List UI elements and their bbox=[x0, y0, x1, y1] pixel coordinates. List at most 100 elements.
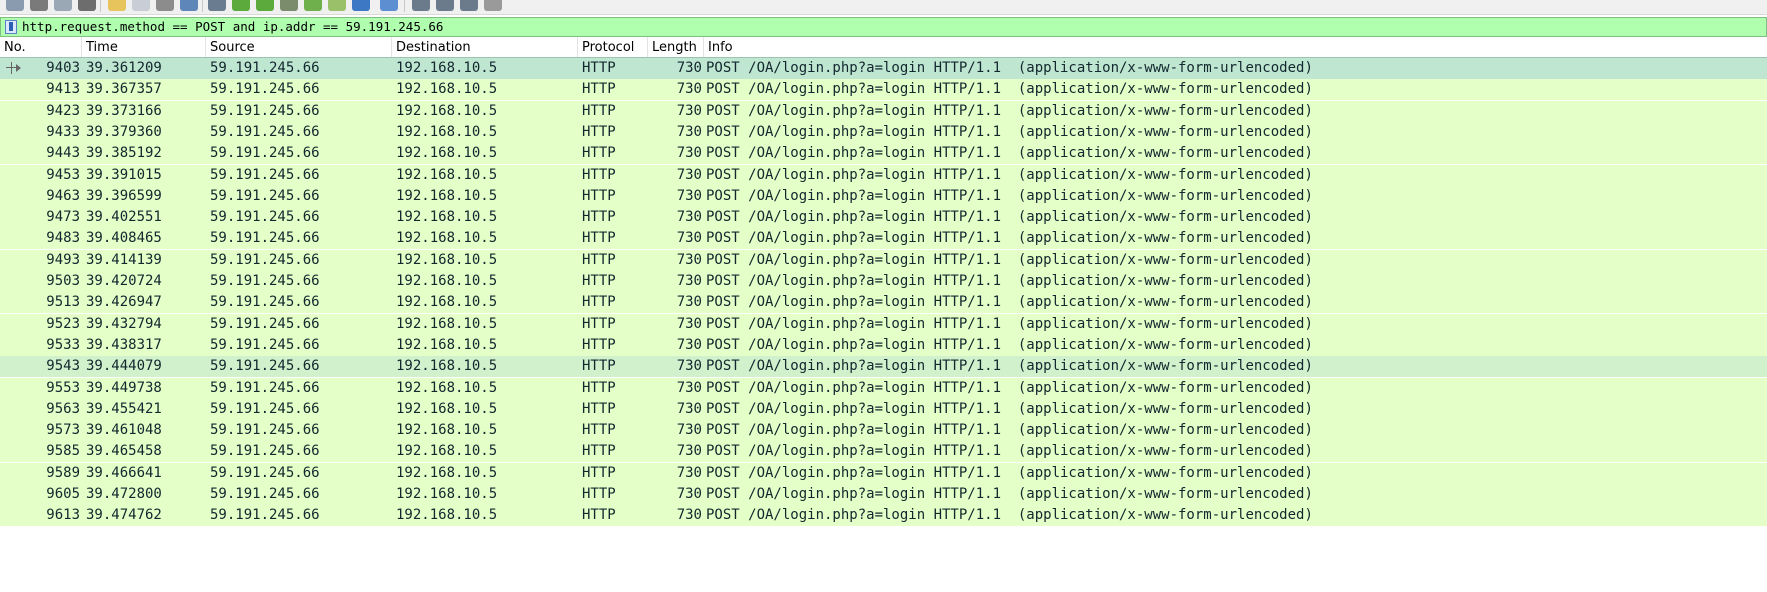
zoom-out-icon[interactable] bbox=[436, 0, 454, 11]
packet-time: 39.367357 bbox=[86, 81, 162, 98]
packet-number: 9483 bbox=[46, 230, 80, 247]
packet-info: POST /OA/login.php?a=login HTTP/1.1 (app… bbox=[706, 379, 1313, 396]
reload-icon[interactable] bbox=[180, 0, 198, 11]
packet-time: 39.385192 bbox=[86, 145, 162, 162]
packet-row[interactable]: 9483 39.408465 59.191.245.66 192.168.10.5 HT… bbox=[0, 228, 1767, 250]
packet-destination: 192.168.10.5 bbox=[396, 507, 498, 524]
packet-row[interactable]: 9453 39.391015 59.191.245.66 192.168.10.5 HT… bbox=[0, 164, 1767, 186]
packet-protocol: HTTP bbox=[582, 209, 616, 226]
options-icon[interactable] bbox=[78, 0, 96, 11]
packet-length: 730 bbox=[676, 166, 702, 183]
packet-info: POST /OA/login.php?a=login HTTP/1.1 (app… bbox=[706, 400, 1313, 417]
packet-source: 59.191.245.66 bbox=[210, 443, 320, 460]
packet-destination: 192.168.10.5 bbox=[396, 230, 498, 247]
packet-row[interactable]: 9493 39.414139 59.191.245.66 192.168.10.5 HT… bbox=[0, 249, 1767, 271]
resize-columns-icon[interactable] bbox=[484, 0, 502, 11]
column-header-time[interactable]: Time bbox=[82, 37, 206, 58]
packet-row[interactable]: 9553 39.449738 59.191.245.66 192.168.10.5 HT… bbox=[0, 377, 1767, 399]
packet-source: 59.191.245.66 bbox=[210, 400, 320, 417]
packet-number: 9585 bbox=[46, 443, 80, 460]
packet-number: 9453 bbox=[46, 166, 80, 183]
auto-scroll-icon[interactable] bbox=[352, 0, 370, 11]
save-file-icon[interactable] bbox=[132, 0, 150, 11]
packet-row[interactable]: 9403 39.361209 59.191.245.66 192.168.10.5 HT… bbox=[0, 57, 1767, 80]
packet-source: 59.191.245.66 bbox=[210, 294, 320, 311]
colorize-icon[interactable] bbox=[380, 0, 398, 11]
packet-destination: 192.168.10.5 bbox=[396, 464, 498, 481]
packet-time: 39.396599 bbox=[86, 187, 162, 204]
packet-row[interactable]: 9613 39.474762 59.191.245.66 192.168.10.5 HT… bbox=[0, 505, 1767, 527]
packet-row[interactable]: 9433 39.379360 59.191.245.66 192.168.10.5 HT… bbox=[0, 121, 1767, 143]
packet-row[interactable]: 9585 39.465458 59.191.245.66 192.168.10.5 HT… bbox=[0, 441, 1767, 463]
packet-destination: 192.168.10.5 bbox=[396, 209, 498, 226]
go-back-icon[interactable] bbox=[232, 0, 250, 11]
packet-row[interactable]: 9443 39.385192 59.191.245.66 192.168.10.5 HT… bbox=[0, 143, 1767, 165]
column-header-destination[interactable]: Destination bbox=[392, 37, 578, 58]
packet-row[interactable]: 9589 39.466641 59.191.245.66 192.168.10.5 HT… bbox=[0, 462, 1767, 484]
first-packet-icon[interactable] bbox=[304, 0, 322, 11]
packet-row[interactable]: 9563 39.455421 59.191.245.66 192.168.10.5 HT… bbox=[0, 398, 1767, 420]
packet-row[interactable]: 9513 39.426947 59.191.245.66 192.168.10.5 HT… bbox=[0, 292, 1767, 314]
go-to-packet-icon[interactable] bbox=[280, 0, 298, 11]
packet-protocol: HTTP bbox=[582, 464, 616, 481]
zoom-in-icon[interactable] bbox=[412, 0, 430, 11]
packet-protocol: HTTP bbox=[582, 507, 616, 524]
packet-row[interactable]: 9543 39.444079 59.191.245.66 192.168.10.5 HT… bbox=[0, 356, 1767, 378]
column-header-protocol[interactable]: Protocol bbox=[578, 37, 648, 58]
stop-icon[interactable] bbox=[30, 0, 48, 11]
shark-fin-icon[interactable] bbox=[6, 0, 24, 11]
bookmark-icon[interactable] bbox=[5, 20, 17, 34]
packet-row[interactable]: 9463 39.396599 59.191.245.66 192.168.10.5 HT… bbox=[0, 185, 1767, 207]
packet-destination: 192.168.10.5 bbox=[396, 315, 498, 332]
open-file-icon[interactable] bbox=[108, 0, 126, 11]
packet-row[interactable]: 9605 39.472800 59.191.245.66 192.168.10.5 HT… bbox=[0, 484, 1767, 505]
packet-time: 39.449738 bbox=[86, 379, 162, 396]
packet-source: 59.191.245.66 bbox=[210, 81, 320, 98]
packet-protocol: HTTP bbox=[582, 379, 616, 396]
column-header-length[interactable]: Length bbox=[648, 37, 704, 58]
packet-time: 39.461048 bbox=[86, 422, 162, 439]
column-header-source[interactable]: Source bbox=[206, 37, 392, 58]
column-header-info[interactable]: Info bbox=[704, 37, 1767, 58]
packet-protocol: HTTP bbox=[582, 230, 616, 247]
find-packet-icon[interactable] bbox=[208, 0, 226, 11]
column-header-no[interactable]: No. bbox=[0, 37, 82, 58]
packet-row[interactable]: 9413 39.367357 59.191.245.66 192.168.10.5 HT… bbox=[0, 79, 1767, 101]
packet-info: POST /OA/login.php?a=login HTTP/1.1 (app… bbox=[706, 358, 1313, 375]
packet-length: 730 bbox=[676, 464, 702, 481]
packet-length: 730 bbox=[676, 230, 702, 247]
packet-protocol: HTTP bbox=[582, 443, 616, 460]
packet-length: 730 bbox=[676, 422, 702, 439]
close-file-icon[interactable] bbox=[156, 0, 174, 11]
packet-destination: 192.168.10.5 bbox=[396, 336, 498, 353]
packet-row[interactable]: 9573 39.461048 59.191.245.66 192.168.10.5 HT… bbox=[0, 420, 1767, 442]
packet-source: 59.191.245.66 bbox=[210, 358, 320, 375]
display-filter-bar[interactable]: http.request.method == POST and ip.addr … bbox=[0, 17, 1767, 37]
packet-time: 39.455421 bbox=[86, 400, 162, 417]
packet-row[interactable]: 9503 39.420724 59.191.245.66 192.168.10.5 HT… bbox=[0, 271, 1767, 292]
packet-number: 9533 bbox=[46, 336, 80, 353]
display-filter-input[interactable]: http.request.method == POST and ip.addr … bbox=[22, 19, 443, 35]
packet-destination: 192.168.10.5 bbox=[396, 294, 498, 311]
toolbar-separator bbox=[202, 0, 203, 12]
restart-icon[interactable] bbox=[54, 0, 72, 11]
normal-size-icon[interactable] bbox=[460, 0, 478, 11]
packet-info: POST /OA/login.php?a=login HTTP/1.1 (app… bbox=[706, 294, 1313, 311]
packet-length: 730 bbox=[676, 294, 702, 311]
packet-length: 730 bbox=[676, 400, 702, 417]
packet-number: 9463 bbox=[46, 187, 80, 204]
packet-info: POST /OA/login.php?a=login HTTP/1.1 (app… bbox=[706, 123, 1313, 140]
packet-protocol: HTTP bbox=[582, 400, 616, 417]
packet-destination: 192.168.10.5 bbox=[396, 400, 498, 417]
packet-row[interactable]: 9533 39.438317 59.191.245.66 192.168.10.5 HT… bbox=[0, 334, 1767, 356]
packet-source: 59.191.245.66 bbox=[210, 123, 320, 140]
packet-source: 59.191.245.66 bbox=[210, 379, 320, 396]
packet-info: POST /OA/login.php?a=login HTTP/1.1 (app… bbox=[706, 443, 1313, 460]
packet-row[interactable]: 9423 39.373166 59.191.245.66 192.168.10.5 HT… bbox=[0, 100, 1767, 122]
packet-destination: 192.168.10.5 bbox=[396, 166, 498, 183]
packet-row[interactable]: 9523 39.432794 59.191.245.66 192.168.10.5 HT… bbox=[0, 313, 1767, 335]
last-packet-icon[interactable] bbox=[328, 0, 346, 11]
packet-row[interactable]: 9473 39.402551 59.191.245.66 192.168.10.5 HT… bbox=[0, 207, 1767, 229]
packet-number: 9523 bbox=[46, 315, 80, 332]
go-forward-icon[interactable] bbox=[256, 0, 274, 11]
